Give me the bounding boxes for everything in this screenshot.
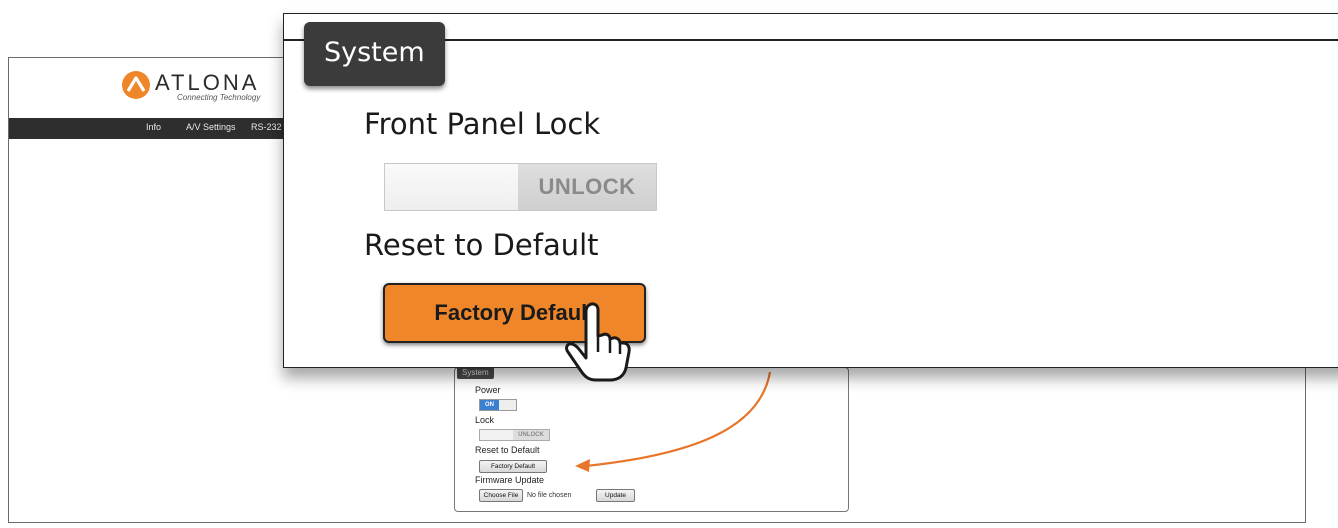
system-panel: System Power ON Lock UNLOCK Reset to Def… [454,367,849,512]
update-button[interactable]: Update [596,489,635,502]
brand-tagline: Connecting Technology [177,93,261,102]
nav-info[interactable]: Info [146,122,161,132]
pointer-hand-icon [565,302,631,382]
zoom-callout: System Front Panel Lock UNLOCK Reset to … [283,13,1338,368]
nav-av-settings[interactable]: A/V Settings [186,122,236,132]
zoom-system-title: System [304,22,445,86]
factory-default-button[interactable]: Factory Default [479,460,547,473]
nav-rs232[interactable]: RS-232 [251,122,282,132]
zoom-reset-label: Reset to Default [364,228,599,262]
choose-file-button[interactable]: Choose File [479,489,523,502]
front-panel-lock-toggle[interactable]: UNLOCK [384,163,657,211]
atlona-logo-icon [122,71,150,99]
reset-label: Reset to Default [475,445,540,455]
firmware-label: Firmware Update [475,475,545,485]
power-toggle[interactable]: ON [479,399,517,411]
lock-toggle-state: UNLOCK [513,430,549,440]
lock-label: Lock [475,415,495,425]
power-label: Power [475,385,501,395]
no-file-text: No file chosen [527,492,572,499]
system-panel-title: System [457,367,494,379]
lock-toggle[interactable]: UNLOCK [479,429,550,441]
power-toggle-state: ON [480,400,499,410]
front-panel-lock-state: UNLOCK [518,164,656,210]
front-panel-lock-label: Front Panel Lock [364,107,601,141]
